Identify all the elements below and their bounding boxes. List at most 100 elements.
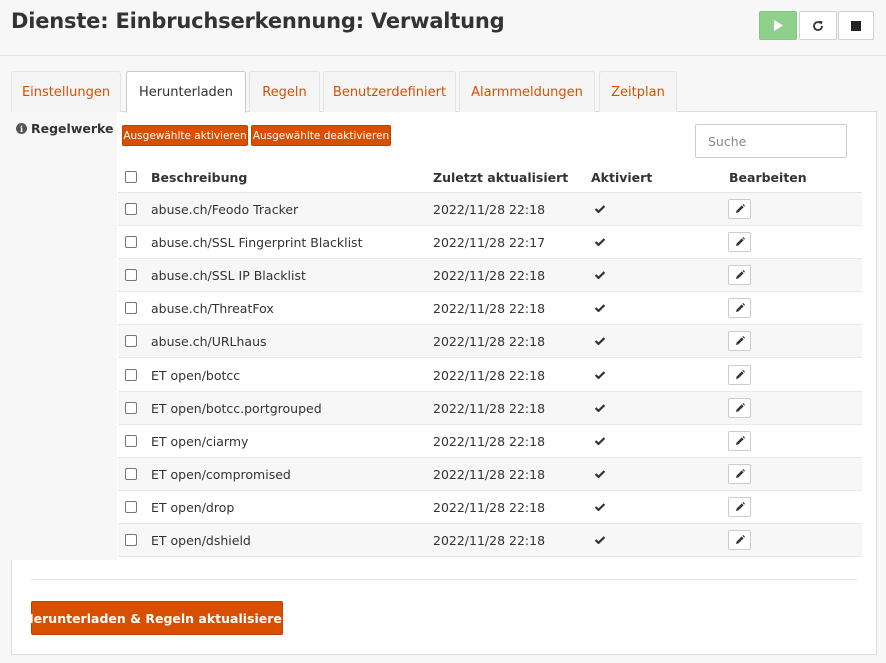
pencil-icon [735,502,745,511]
pencil-icon [735,270,745,279]
row-checkbox[interactable] [125,236,137,248]
row-description: abuse.ch/SSL Fingerprint Blacklist [151,234,363,250]
row-description: ET open/compromised [151,466,291,482]
pencil-icon [735,436,745,445]
section-label: i Regelwerke [16,121,113,136]
check-icon [594,205,606,213]
row-checkbox[interactable] [125,501,137,513]
row-edit-cell [728,259,751,291]
tab-benutzerdefiniert[interactable]: Benutzerdefiniert [323,71,456,112]
download-update-rules-button[interactable]: Herunterladen & Regeln aktualisieren [23,601,291,635]
edit-button[interactable] [728,497,751,517]
tab-alarmmeldungen[interactable]: Alarmmeldungen [459,71,595,112]
row-checkbox[interactable] [125,302,137,314]
row-select-cell [125,425,137,457]
table-row: abuse.ch/Feodo Tracker 2022/11/28 22:18 [118,193,862,226]
row-checkbox[interactable] [125,369,137,381]
row-select-cell [125,226,137,258]
row-checkbox[interactable] [125,468,137,480]
row-enabled-cell [594,259,606,291]
check-icon [594,271,606,279]
edit-button[interactable] [728,331,751,351]
edit-button[interactable] [728,232,751,252]
row-edit-cell [728,491,751,523]
row-description: abuse.ch/Feodo Tracker [151,201,299,217]
table-row: ET open/compromised 2022/11/28 22:18 [118,458,862,491]
play-icon [774,20,783,31]
column-header-edit: Bearbeiten [729,169,807,185]
row-description: ET open/botcc [151,367,241,383]
edit-button[interactable] [728,265,751,285]
restart-icon [813,20,823,31]
row-updated: 2022/11/28 22:17 [433,234,546,250]
row-checkbox[interactable] [125,534,137,546]
info-icon[interactable]: i [16,123,27,134]
divider [31,579,857,580]
row-enabled-cell [594,193,606,225]
table-row: ET open/dshield 2022/11/28 22:18 [118,524,862,557]
table-row: ET open/drop 2022/11/28 22:18 [118,491,862,524]
row-enabled-cell [594,392,606,424]
tab-bar: Einstellungen Herunterladen Regeln Benut… [11,71,877,113]
tab-zeitplan[interactable]: Zeitplan [599,71,677,112]
tab-regeln[interactable]: Regeln [249,71,320,112]
check-icon [594,337,606,345]
row-edit-cell [728,524,751,556]
row-edit-cell [728,392,751,424]
column-header-updated[interactable]: Zuletzt aktualisiert [433,162,568,192]
table-header: Beschreibung Zuletzt aktualisiert Aktivi… [118,162,862,193]
edit-button[interactable] [728,298,751,318]
select-all-checkbox[interactable] [125,171,137,183]
column-header-enabled[interactable]: Aktiviert [591,162,652,192]
row-updated: 2022/11/28 22:18 [433,433,546,449]
edit-button[interactable] [728,431,751,451]
row-enabled-cell [594,325,606,357]
row-select-cell [125,325,137,357]
row-checkbox[interactable] [125,435,137,447]
stop-service-button[interactable] [838,11,874,40]
check-icon [594,470,606,478]
row-edit-cell [728,359,751,391]
row-updated: 2022/11/28 22:18 [433,532,546,548]
start-service-button[interactable] [759,11,797,40]
row-select-cell [125,491,137,523]
row-checkbox[interactable] [125,269,137,281]
check-icon [594,238,606,246]
table-row: abuse.ch/ThreatFox 2022/11/28 22:18 [118,292,862,325]
row-enabled-cell [594,458,606,490]
row-select-cell [125,359,137,391]
edit-button[interactable] [728,398,751,418]
check-icon [594,536,606,544]
tab-herunterladen[interactable]: Herunterladen [126,71,246,113]
edit-button[interactable] [728,464,751,484]
pencil-icon [735,303,745,312]
section-label-text: Regelwerke [31,121,114,136]
row-description: ET open/dshield [151,532,251,548]
row-enabled-cell [594,425,606,457]
row-select-cell [125,259,137,291]
row-checkbox[interactable] [125,335,137,347]
deactivate-selected-button[interactable]: Ausgewählte deaktivieren [251,125,391,146]
row-edit-cell [728,226,751,258]
pencil-icon [735,469,745,478]
search-input[interactable] [695,124,847,158]
pencil-icon [735,237,745,246]
check-icon [594,437,606,445]
row-edit-cell [728,193,751,225]
row-checkbox[interactable] [125,203,137,215]
edit-button[interactable] [728,199,751,219]
row-updated: 2022/11/28 22:18 [433,400,546,416]
activate-selected-button[interactable]: Ausgewählte aktivieren [122,125,248,146]
table-row: ET open/ciarmy 2022/11/28 22:18 [118,425,862,458]
row-edit-cell [728,458,751,490]
row-enabled-cell [594,226,606,258]
tab-einstellungen[interactable]: Einstellungen [11,71,121,112]
edit-button[interactable] [728,365,751,385]
pencil-icon [735,403,745,412]
restart-service-button[interactable] [799,11,837,40]
column-header-description[interactable]: Beschreibung [151,162,247,192]
row-checkbox[interactable] [125,402,137,414]
row-edit-cell [728,325,751,357]
edit-button[interactable] [728,530,751,550]
row-enabled-cell [594,491,606,523]
